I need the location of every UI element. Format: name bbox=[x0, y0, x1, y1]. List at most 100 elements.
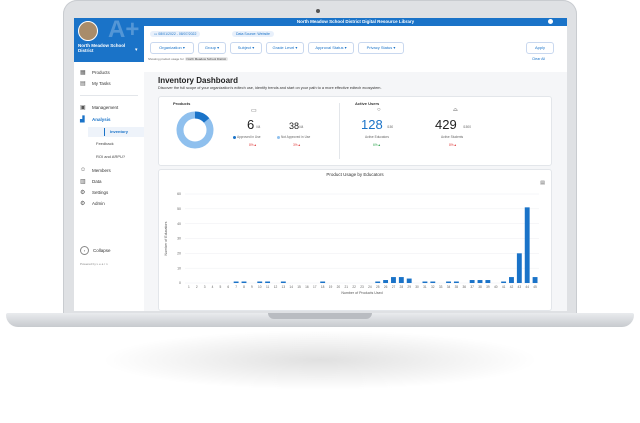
showing-text: Showing product usage for North Meadow S… bbox=[148, 57, 229, 61]
bar bbox=[320, 281, 326, 283]
data-source-chip[interactable]: Data Source: Website bbox=[232, 31, 274, 37]
sidebar-item-members[interactable]: ☺ Members bbox=[74, 166, 144, 176]
x-tick-label: 37 bbox=[470, 285, 474, 289]
clipboard-icon: ▤ bbox=[80, 81, 86, 87]
bar bbox=[485, 280, 491, 283]
clear-all-link[interactable]: Clear All bbox=[532, 57, 545, 61]
not-approved-unit: /44 bbox=[299, 125, 304, 129]
x-tick-label: 41 bbox=[502, 285, 506, 289]
x-tick-label: 44 bbox=[525, 285, 529, 289]
sidebar-item-label: Feedback bbox=[96, 141, 114, 146]
x-tick-label: 2 bbox=[196, 285, 198, 289]
x-tick-label: 6 bbox=[227, 285, 229, 289]
approved-delta: 8%▲ bbox=[249, 143, 257, 147]
user-icon[interactable] bbox=[548, 19, 553, 24]
sidebar-item-management[interactable]: ▣ Management bbox=[74, 103, 144, 113]
bar bbox=[430, 281, 436, 283]
bar bbox=[398, 277, 404, 283]
organization-filter[interactable]: Organization ▾ bbox=[150, 42, 194, 54]
laptop-screen: A+ North Meadow School District ▾ ▦ Prod… bbox=[74, 18, 567, 311]
educators-label: Active Educators bbox=[365, 135, 389, 139]
avatar[interactable] bbox=[78, 21, 98, 41]
collapse-label: Collapse bbox=[93, 248, 111, 253]
students-delta: 8%▲ bbox=[449, 143, 457, 147]
gear-icon: ⚙ bbox=[80, 201, 86, 207]
x-tick-label: 43 bbox=[518, 285, 522, 289]
educators-unit: /150 bbox=[387, 125, 394, 129]
y-axis-label: Number of Educators bbox=[164, 221, 168, 255]
briefcase-icon: ▣ bbox=[80, 105, 86, 111]
top-bar: North Meadow School District Digital Res… bbox=[144, 18, 567, 26]
x-axis-label: Number of Products Used bbox=[341, 291, 382, 295]
gear-icon: ⚙ bbox=[80, 190, 86, 196]
app-title: North Meadow School District Digital Res… bbox=[296, 19, 415, 24]
bar bbox=[422, 281, 428, 283]
x-tick-label: 26 bbox=[384, 285, 388, 289]
bar bbox=[233, 281, 239, 283]
district-name: North Meadow School District bbox=[78, 43, 126, 53]
group-filter[interactable]: Group ▾ bbox=[198, 42, 226, 54]
educator-icon: ○ bbox=[377, 107, 381, 113]
sidebar-item-admin[interactable]: ⚙ Admin bbox=[74, 199, 144, 209]
showing-tag[interactable]: North Meadow School District bbox=[184, 57, 229, 61]
sidebar-item-label: My Tasks bbox=[92, 81, 111, 86]
approved-unit: /44 bbox=[256, 125, 261, 129]
x-tick-label: 24 bbox=[368, 285, 372, 289]
sidebar-item-data[interactable]: ▥ Data bbox=[74, 177, 144, 187]
sidebar-item-analysis[interactable]: ▟ Analysis bbox=[74, 115, 144, 125]
card-divider bbox=[339, 103, 340, 159]
sidebar-item-roi[interactable]: ROI and ARPU? bbox=[74, 152, 144, 162]
bar bbox=[446, 281, 451, 283]
sidebar-item-label: Products bbox=[92, 70, 110, 75]
sidebar-item-label: Data bbox=[92, 179, 102, 184]
bar bbox=[516, 253, 522, 283]
x-tick-label: 1 bbox=[188, 285, 190, 289]
apply-button[interactable]: Apply bbox=[526, 42, 554, 54]
x-tick-label: 13 bbox=[282, 285, 286, 289]
bar bbox=[383, 280, 389, 283]
divider bbox=[80, 95, 138, 96]
sidebar-item-my-tasks[interactable]: ▤ My Tasks bbox=[74, 79, 144, 89]
not-approved-label: Not Approved in Use bbox=[277, 135, 310, 139]
date-range-chip[interactable]: ▭ 08/01/2022 - 08/07/2022 bbox=[150, 31, 201, 37]
summary-card: Products ▭ 6 /44 Approved in Use 8%▲ 38 … bbox=[158, 96, 552, 166]
x-tick-label: 14 bbox=[289, 285, 293, 289]
bar bbox=[509, 277, 514, 283]
not-approved-count: 38 bbox=[289, 121, 300, 131]
x-tick-label: 20 bbox=[337, 285, 341, 289]
laptop-shadow bbox=[100, 330, 540, 390]
filter-bar: ▭ 08/01/2022 - 08/07/2022 Data Source: W… bbox=[144, 26, 567, 73]
x-tick-label: 16 bbox=[305, 285, 309, 289]
powered-by: Powered by L e a r n bbox=[80, 262, 108, 266]
x-tick-label: 33 bbox=[439, 285, 443, 289]
subject-filter[interactable]: Subject ▾ bbox=[230, 42, 262, 54]
grade-level-filter[interactable]: Grade Level ▾ bbox=[266, 42, 304, 54]
x-tick-label: 15 bbox=[297, 285, 301, 289]
approved-count: 6 bbox=[247, 117, 255, 132]
sidebar-item-label: ROI and ARPU? bbox=[96, 154, 126, 159]
x-tick-label: 31 bbox=[423, 285, 427, 289]
bar bbox=[391, 277, 396, 283]
x-tick-label: 3 bbox=[204, 285, 206, 289]
students-unit: /1500 bbox=[463, 125, 471, 129]
bar bbox=[453, 281, 459, 283]
database-icon: ▥ bbox=[80, 179, 86, 185]
sidebar-item-products[interactable]: ▦ Products bbox=[74, 68, 144, 78]
x-tick-label: 35 bbox=[455, 285, 459, 289]
approval-status-filter[interactable]: Approval Status ▾ bbox=[308, 42, 354, 54]
educators-count: 128 bbox=[361, 117, 383, 132]
sidebar-header[interactable]: A+ North Meadow School District ▾ bbox=[74, 18, 144, 62]
y-tick-label: 60 bbox=[177, 192, 181, 196]
x-tick-label: 27 bbox=[392, 285, 396, 289]
privacy-status-filter[interactable]: Privacy Status ▾ bbox=[358, 42, 404, 54]
x-tick-label: 25 bbox=[376, 285, 380, 289]
main-content: Inventory Dashboard Discover the full sc… bbox=[144, 72, 567, 311]
y-tick-label: 10 bbox=[177, 266, 181, 270]
chart-title: Product Usage by Educators bbox=[326, 172, 384, 177]
x-tick-label: 7 bbox=[235, 285, 237, 289]
sidebar-item-settings[interactable]: ⚙ Settings bbox=[74, 188, 144, 198]
sidebar-item-feedback[interactable]: Feedback bbox=[74, 139, 144, 149]
x-tick-label: 21 bbox=[344, 285, 348, 289]
chevron-down-icon[interactable]: ▾ bbox=[135, 47, 138, 53]
collapse-button[interactable]: ‹ Collapse bbox=[80, 246, 111, 255]
